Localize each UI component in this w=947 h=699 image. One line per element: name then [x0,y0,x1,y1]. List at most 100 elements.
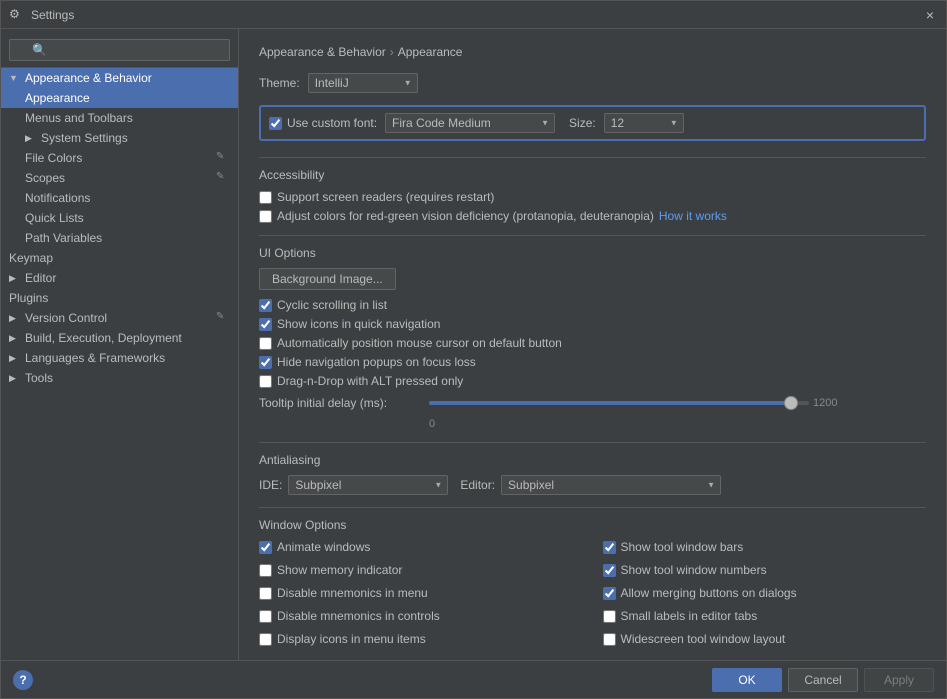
sidebar-item-appearance[interactable]: Appearance [1,88,238,108]
hide-navigation-checkbox[interactable] [259,356,272,369]
sidebar-item-editor[interactable]: ▶ Editor [1,268,238,288]
screen-readers-checkbox-label[interactable]: Support screen readers (requires restart… [259,190,494,204]
widescreen-text: Widescreen tool window layout [621,632,786,646]
sidebar-item-label: Build, Execution, Deployment [25,331,182,345]
animate-windows-label[interactable]: Animate windows [259,540,370,554]
search-input[interactable] [9,39,230,61]
sidebar-item-system-settings[interactable]: ▶ System Settings [1,128,238,148]
auto-position-checkbox[interactable] [259,337,272,350]
sidebar-item-menus-toolbars[interactable]: Menus and Toolbars [1,108,238,128]
color-adjust-checkbox-label[interactable]: Adjust colors for red-green vision defic… [259,209,654,223]
display-icons-label[interactable]: Display icons in menu items [259,632,426,646]
apply-button[interactable]: Apply [864,668,934,692]
hide-navigation-label[interactable]: Hide navigation popups on focus loss [259,355,476,369]
tooltip-slider[interactable] [429,401,809,405]
sidebar-item-label: Notifications [25,191,90,205]
small-labels-label[interactable]: Small labels in editor tabs [603,609,758,623]
ide-antialiasing-select-wrapper: Subpixel Greyscale No antialiasing ▼ [288,475,448,495]
ide-antialiasing-select[interactable]: Subpixel Greyscale No antialiasing [288,475,448,495]
sidebar-item-label: Scopes [25,171,65,185]
color-adjust-checkbox[interactable] [259,210,272,223]
accessibility-title: Accessibility [259,168,926,182]
show-memory-label[interactable]: Show memory indicator [259,563,402,577]
ide-antialiasing-label: IDE: [259,478,282,492]
animate-windows-row: Animate windows [259,540,583,554]
screen-readers-checkbox[interactable] [259,191,272,204]
display-icons-row: Display icons in menu items [259,632,583,646]
background-image-button[interactable]: Background Image... [259,268,396,290]
ok-button[interactable]: OK [712,668,782,692]
auto-position-label[interactable]: Automatically position mouse cursor on d… [259,336,562,350]
expand-arrow-icon: ▶ [9,333,21,344]
tooltip-min-label: 0 [429,418,435,430]
show-tool-numbers-label[interactable]: Show tool window numbers [603,563,767,577]
disable-mnemonics-controls-label[interactable]: Disable mnemonics in controls [259,609,440,623]
show-tool-numbers-checkbox[interactable] [603,564,616,577]
font-select[interactable]: Fira Code Medium Arial Consolas JetBrain… [385,113,555,133]
allow-merging-checkbox[interactable] [603,587,616,600]
sidebar-item-scopes[interactable]: Scopes ✎ [1,168,238,188]
expand-arrow-icon: ▶ [9,353,21,364]
show-memory-checkbox[interactable] [259,564,272,577]
show-icons-text: Show icons in quick navigation [277,317,440,331]
sidebar-item-label: Path Variables [25,231,102,245]
cyclic-scrolling-label[interactable]: Cyclic scrolling in list [259,298,387,312]
search-wrapper: 🔍 [9,39,230,61]
screen-readers-row: Support screen readers (requires restart… [259,190,926,204]
theme-select[interactable]: IntelliJ Darcula High Contrast [308,73,418,93]
disable-mnemonics-menu-label[interactable]: Disable mnemonics in menu [259,586,428,600]
sidebar-item-label: Tools [25,371,53,385]
sidebar-item-plugins[interactable]: Plugins [1,288,238,308]
size-select[interactable]: 10 11 12 13 14 16 18 [604,113,684,133]
show-tool-bars-checkbox[interactable] [603,541,616,554]
sidebar-item-languages-frameworks[interactable]: ▶ Languages & Frameworks [1,348,238,368]
small-labels-checkbox[interactable] [603,610,616,623]
show-icons-checkbox[interactable] [259,318,272,331]
editor-antialiasing-select[interactable]: Subpixel Greyscale No antialiasing [501,475,721,495]
app-icon: ⚙ [9,7,25,23]
drag-drop-checkbox[interactable] [259,375,272,388]
animate-windows-checkbox[interactable] [259,541,272,554]
allow-merging-row: Allow merging buttons on dialogs [603,586,927,600]
show-memory-text: Show memory indicator [277,563,402,577]
disable-mnemonics-controls-row: Disable mnemonics in controls [259,609,583,623]
widescreen-checkbox[interactable] [603,633,616,646]
ui-options-section: UI Options Background Image... Cyclic sc… [259,235,926,430]
show-icons-row: Show icons in quick navigation [259,317,926,331]
disable-mnemonics-menu-row: Disable mnemonics in menu [259,586,583,600]
sidebar-item-keymap[interactable]: Keymap [1,248,238,268]
custom-font-checkbox[interactable] [269,117,282,130]
sidebar-item-tools[interactable]: ▶ Tools [1,368,238,388]
disable-mnemonics-menu-checkbox[interactable] [259,587,272,600]
sidebar-item-file-colors[interactable]: File Colors ✎ [1,148,238,168]
sidebar-item-version-control[interactable]: ▶ Version Control ✎ [1,308,238,328]
show-tool-bars-label[interactable]: Show tool window bars [603,540,744,554]
cancel-button[interactable]: Cancel [788,668,858,692]
theme-select-wrapper: IntelliJ Darcula High Contrast ▼ [308,73,418,93]
slider-range-labels: 0 [259,418,926,430]
expand-arrow-icon: ▼ [9,73,21,83]
sidebar-item-quick-lists[interactable]: Quick Lists [1,208,238,228]
search-bar: 🔍 [1,33,238,68]
theme-label: Theme: [259,76,300,90]
close-button[interactable]: × [922,7,938,23]
show-icons-label[interactable]: Show icons in quick navigation [259,317,440,331]
ui-options-title: UI Options [259,246,926,260]
sidebar-item-appearance-behavior[interactable]: ▼ Appearance & Behavior [1,68,238,88]
main-panel: Appearance & Behavior › Appearance Theme… [239,29,946,660]
widescreen-label[interactable]: Widescreen tool window layout [603,632,786,646]
cyclic-scrolling-checkbox[interactable] [259,299,272,312]
breadcrumb-separator: › [390,45,394,59]
custom-font-checkbox-label[interactable]: Use custom font: [269,116,377,130]
how-it-works-link[interactable]: How it works [659,209,727,223]
allow-merging-label[interactable]: Allow merging buttons on dialogs [603,586,797,600]
disable-mnemonics-controls-checkbox[interactable] [259,610,272,623]
display-icons-checkbox[interactable] [259,633,272,646]
drag-drop-label[interactable]: Drag-n-Drop with ALT pressed only [259,374,463,388]
sidebar-item-path-variables[interactable]: Path Variables [1,228,238,248]
sidebar-item-build-execution[interactable]: ▶ Build, Execution, Deployment [1,328,238,348]
disable-mnemonics-controls-text: Disable mnemonics in controls [277,609,440,623]
sidebar-item-notifications[interactable]: Notifications [1,188,238,208]
help-button[interactable]: ? [13,670,33,690]
hide-navigation-row: Hide navigation popups on focus loss [259,355,926,369]
